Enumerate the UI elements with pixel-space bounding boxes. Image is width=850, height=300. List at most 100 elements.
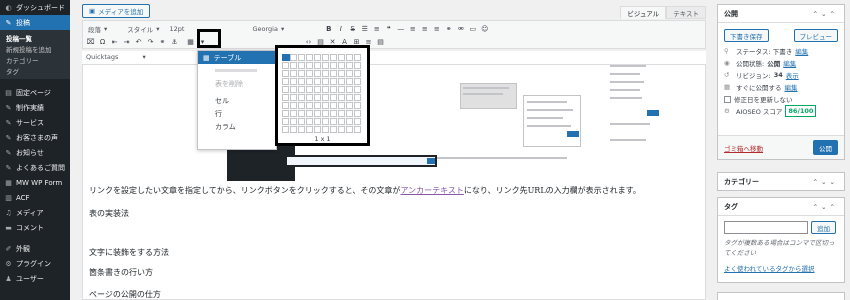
- add-media-button[interactable]: ▣ メディアを追加: [82, 4, 151, 18]
- grid-cell[interactable]: [346, 126, 353, 133]
- grid-cell[interactable]: [306, 70, 313, 77]
- grid-cell[interactable]: [330, 102, 337, 109]
- grid-cell[interactable]: [314, 62, 321, 69]
- sidebar-item-items2-2[interactable]: ✎ サービス: [0, 115, 70, 130]
- grid-cell[interactable]: [322, 118, 329, 125]
- grid-cell[interactable]: [282, 86, 289, 93]
- sidebar-item-items2-5[interactable]: ✎ よくあるご質問: [0, 160, 70, 175]
- preview-button[interactable]: プレビュー: [793, 29, 838, 42]
- box-controls[interactable]: ⌃⌄⌄: [813, 178, 838, 186]
- grid-cell[interactable]: [330, 70, 337, 77]
- hr-button[interactable]: —: [395, 24, 406, 35]
- grid-cell[interactable]: [314, 118, 321, 125]
- editor-content[interactable]: リンクを設定したい文章を指定してから、リンクボタンをクリックすると、その文章がア…: [82, 65, 706, 300]
- grid-cell[interactable]: [322, 54, 329, 61]
- sidebar-item-items2-4[interactable]: ✎ お知らせ: [0, 145, 70, 160]
- table-size-grid[interactable]: [282, 54, 361, 133]
- grid-cell[interactable]: [354, 78, 361, 85]
- grid-cell[interactable]: [314, 54, 321, 61]
- grid-cell[interactable]: [322, 78, 329, 85]
- grid-cell[interactable]: [282, 78, 289, 85]
- submenu-item[interactable]: タグ: [0, 65, 70, 76]
- grid-cell[interactable]: [354, 110, 361, 117]
- grid-cell[interactable]: [282, 62, 289, 69]
- sidebar-item-items2-1[interactable]: ✎ 制作実績: [0, 100, 70, 115]
- box-controls[interactable]: ⌃⌄⌃: [813, 203, 838, 211]
- redo-button[interactable]: ↷: [145, 37, 156, 48]
- style-select[interactable]: スタイル ▾: [124, 24, 162, 34]
- grid-cell[interactable]: [330, 94, 337, 101]
- grid-cell[interactable]: [290, 110, 297, 117]
- grid-cell[interactable]: [290, 78, 297, 85]
- grid-cell[interactable]: [354, 126, 361, 133]
- grid-cell[interactable]: [306, 126, 313, 133]
- sidebar-item-items3-2[interactable]: ♟ ユーザー: [0, 271, 70, 286]
- grid-cell[interactable]: [298, 70, 305, 77]
- add-tag-button[interactable]: 追加: [811, 221, 836, 234]
- format-select[interactable]: 段落 ▾: [85, 24, 110, 34]
- grid-cell[interactable]: [290, 62, 297, 69]
- grid-cell[interactable]: [306, 62, 313, 69]
- grid-cell[interactable]: [298, 110, 305, 117]
- sidebar-item-items3-0[interactable]: ✐ 外観: [0, 241, 70, 256]
- grid-cell[interactable]: [330, 110, 337, 117]
- grid-cell[interactable]: [298, 62, 305, 69]
- grid-cell[interactable]: [330, 126, 337, 133]
- link-button[interactable]: ⚭: [443, 24, 454, 35]
- italic-button[interactable]: I: [335, 24, 346, 35]
- sidebar-item-items2-9[interactable]: ▬ コメント: [0, 220, 70, 235]
- grid-cell[interactable]: [346, 78, 353, 85]
- sidebar-item-items-1[interactable]: ✎ 投稿: [0, 15, 70, 30]
- grid-cell[interactable]: [322, 70, 329, 77]
- grid-cell[interactable]: [314, 126, 321, 133]
- grid-cell[interactable]: [306, 54, 313, 61]
- grid-cell[interactable]: [282, 110, 289, 117]
- schedule-edit-link[interactable]: 編集: [785, 82, 798, 92]
- grid-cell[interactable]: [354, 118, 361, 125]
- grid-cell[interactable]: [322, 126, 329, 133]
- aioseo-score-badge[interactable]: 86/100: [785, 105, 817, 117]
- grid-cell[interactable]: [314, 78, 321, 85]
- grid-cell[interactable]: [314, 102, 321, 109]
- grid-cell[interactable]: [338, 86, 345, 93]
- blockquote-button[interactable]: ❝: [383, 24, 394, 35]
- bullet-list-button[interactable]: ☰: [359, 24, 370, 35]
- status-edit-link[interactable]: 編集: [795, 46, 808, 56]
- link-icon[interactable]: ⚭: [157, 37, 168, 48]
- menu-item-row[interactable]: 行: [198, 107, 276, 120]
- grid-cell[interactable]: [298, 126, 305, 133]
- tab-text[interactable]: テキスト: [666, 6, 706, 19]
- grid-cell[interactable]: [298, 94, 305, 101]
- grid-cell[interactable]: [338, 62, 345, 69]
- align-left-button[interactable]: ≡: [407, 24, 418, 35]
- no-update-date-checkbox[interactable]: [724, 95, 731, 103]
- grid-cell[interactable]: [306, 94, 313, 101]
- grid-cell[interactable]: [354, 70, 361, 77]
- align-right-button[interactable]: ≡: [431, 24, 442, 35]
- insert-icon[interactable]: ▤: [375, 37, 386, 48]
- grid-cell[interactable]: [322, 102, 329, 109]
- grid-cell[interactable]: [306, 86, 313, 93]
- menu-item-column[interactable]: カラム: [198, 120, 276, 133]
- grid-cell[interactable]: [322, 110, 329, 117]
- grid-cell[interactable]: [338, 94, 345, 101]
- popular-tags-link[interactable]: よく使われているタグから選択: [724, 265, 814, 273]
- sidebar-item-items3-1[interactable]: ⚙ プラグイン: [0, 256, 70, 271]
- grid-cell[interactable]: [290, 54, 297, 61]
- grid-cell[interactable]: [346, 70, 353, 77]
- numbered-list-button[interactable]: ≡: [371, 24, 382, 35]
- grid-cell[interactable]: [290, 70, 297, 77]
- grid-cell[interactable]: [346, 54, 353, 61]
- grid-cell[interactable]: [354, 54, 361, 61]
- sidebar-item-items2-3[interactable]: ✎ お客さまの声: [0, 130, 70, 145]
- grid-cell[interactable]: [298, 54, 305, 61]
- grid-cell[interactable]: [314, 70, 321, 77]
- grid-cell[interactable]: [314, 86, 321, 93]
- grid-cell[interactable]: [338, 70, 345, 77]
- grid-cell[interactable]: [330, 86, 337, 93]
- grid-cell[interactable]: [354, 62, 361, 69]
- grid-cell[interactable]: [354, 86, 361, 93]
- grid-cell[interactable]: [306, 110, 313, 117]
- revisions-link[interactable]: 表示: [786, 70, 799, 80]
- grid-cell[interactable]: [346, 110, 353, 117]
